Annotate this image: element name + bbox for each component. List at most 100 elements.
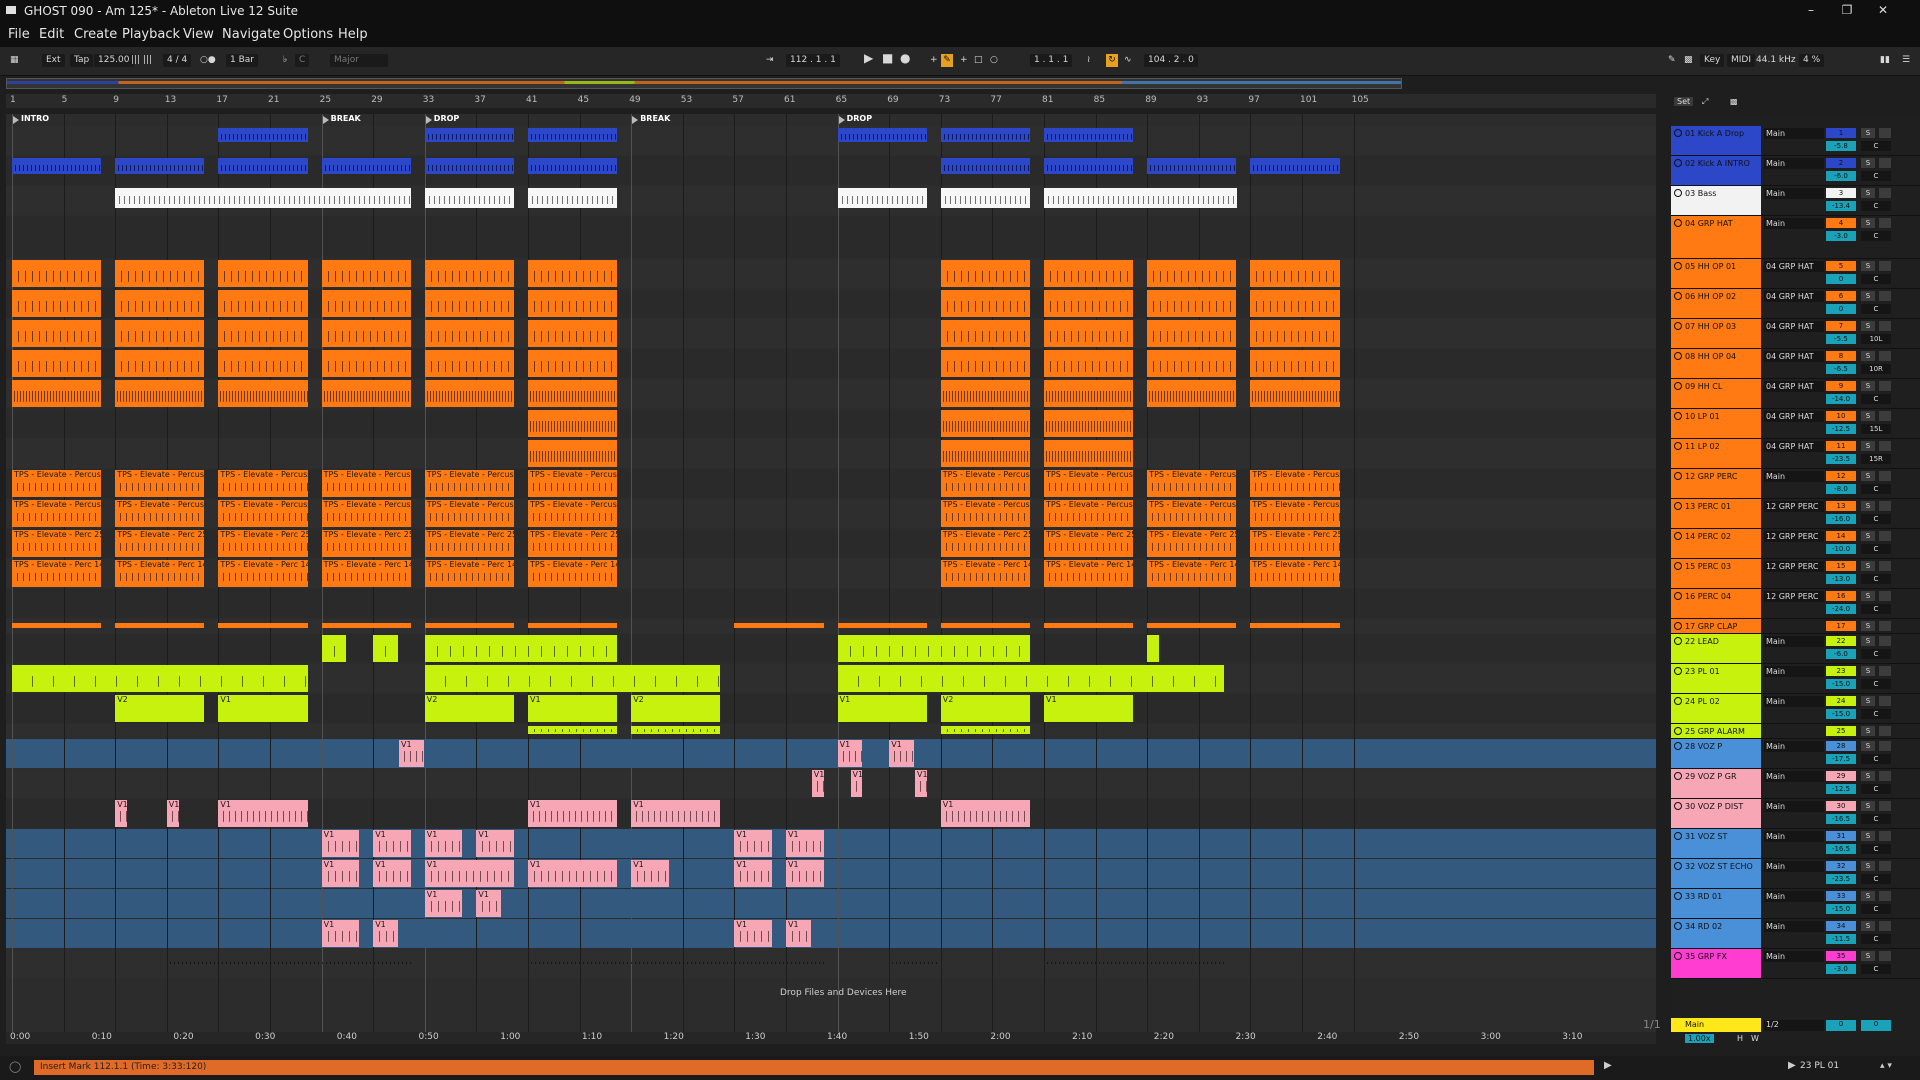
clip[interactable] (12, 623, 102, 628)
track-activator[interactable]: 35 (1826, 951, 1856, 961)
arm-record-icon[interactable] (1879, 636, 1891, 646)
track-output-routing[interactable]: Main (1764, 188, 1824, 199)
clip[interactable] (1044, 260, 1134, 287)
track-activator[interactable]: 2 (1826, 158, 1856, 168)
arm-record-icon[interactable] (1879, 891, 1891, 901)
track-fold-icon[interactable] (1674, 129, 1682, 137)
track-activator[interactable]: 7 (1826, 321, 1856, 331)
clip[interactable]: TPS - Elevate - Perc 14 [2023 (940, 560, 1031, 587)
clip[interactable]: TPS - Elevate - Percussion Loop (1147, 500, 1237, 527)
clip[interactable] (1044, 290, 1134, 317)
clip[interactable] (424, 320, 515, 347)
clip[interactable] (12, 260, 102, 287)
main-scale[interactable]: 1.00x (1685, 1034, 1714, 1043)
track-title-bar[interactable]: 04 GRP HAT (1671, 216, 1761, 258)
track-fold-icon[interactable] (1674, 382, 1682, 390)
track-title-bar[interactable]: 15 PERC 03 (1671, 559, 1761, 588)
track-activator[interactable]: 25 (1826, 726, 1856, 736)
clip[interactable]: TPS - Elevate - Perc 25 [2023 (1250, 530, 1340, 557)
track-activator[interactable]: 28 (1826, 741, 1856, 751)
track-volume[interactable]: -15.0 (1826, 679, 1856, 689)
pan-value[interactable]: 15L (1861, 424, 1891, 434)
track-header[interactable]: 25 GRP ALARM 25 S (1671, 724, 1920, 739)
clip[interactable] (1044, 128, 1134, 142)
clip[interactable] (1250, 350, 1340, 377)
clip[interactable] (1147, 350, 1237, 377)
menu-create[interactable]: Create (74, 27, 117, 42)
clip[interactable]: TPS - Elevate - Perc 25 [2023 (115, 530, 205, 557)
solo-button[interactable]: S (1861, 771, 1875, 781)
clip[interactable] (321, 623, 411, 628)
clip[interactable]: V1 (166, 800, 179, 827)
track-title-bar[interactable]: 07 HH OP 03 (1671, 319, 1761, 348)
clip[interactable] (321, 260, 411, 287)
main-route[interactable]: 1/2 (1764, 1020, 1824, 1031)
clip[interactable] (631, 726, 721, 734)
solo-button[interactable]: S (1861, 951, 1875, 961)
arrangement-position[interactable]: 112 . 1 . 1 (786, 54, 840, 67)
track-volume[interactable]: -3.0 (1826, 964, 1856, 974)
track-lane[interactable] (6, 589, 1656, 618)
track-lane[interactable] (6, 769, 1656, 798)
menu-options[interactable]: Options (283, 27, 333, 42)
track-fold-icon[interactable] (1674, 502, 1682, 510)
track-output-routing[interactable]: 04 GRP HAT (1764, 381, 1824, 392)
clip[interactable] (528, 726, 618, 734)
clip[interactable]: TPS - Elevate - Perc 25 [2023 (218, 530, 308, 557)
overdub-icon[interactable]: + (930, 54, 938, 67)
track-header[interactable]: 29 VOZ P GR Main 29 -12.5 S C (1671, 769, 1920, 799)
clip[interactable] (1147, 623, 1237, 628)
computer-keyboard-icon[interactable]: ▩ (1684, 54, 1693, 67)
clip[interactable] (218, 350, 308, 377)
loop-record-icon[interactable]: ○ (990, 54, 998, 67)
key-select[interactable]: C (295, 54, 310, 67)
pan-knob[interactable]: C (1861, 574, 1891, 584)
track-header[interactable]: 05 HH OP 01 04 GRP HAT 5 0 S C (1671, 259, 1920, 289)
clip[interactable] (940, 158, 1031, 174)
track-title-bar[interactable]: 01 Kick A Drop (1671, 126, 1761, 155)
nudge-icon[interactable]: ||| ||| (131, 54, 152, 67)
arm-record-icon[interactable] (1879, 621, 1891, 631)
follow-icon[interactable]: ⇥ (766, 54, 774, 67)
pan-knob[interactable]: C (1861, 394, 1891, 404)
punch-in-icon[interactable]: ≀ (1087, 54, 1090, 67)
track-title-bar[interactable]: 34 RD 02 (1671, 919, 1761, 948)
hamburger-menu-icon[interactable]: ☰ (1902, 54, 1910, 67)
clip[interactable]: TPS - Elevate - Percussion Loop (218, 500, 308, 527)
track-output-routing[interactable]: 04 GRP HAT (1764, 261, 1824, 272)
track-output-routing[interactable]: Main (1764, 771, 1824, 782)
track-output-routing[interactable]: 04 GRP HAT (1764, 291, 1824, 302)
clip[interactable] (218, 623, 308, 628)
clip[interactable]: V1 (786, 860, 824, 887)
clip[interactable]: TPS - Elevate - Percussion Loop (424, 500, 515, 527)
clip[interactable]: TPS - Elevate - Percussion Loop (1044, 500, 1134, 527)
track-header[interactable]: 16 PERC 04 12 GRP PERC 16 -24.0 S C (1671, 589, 1920, 619)
track-output-routing[interactable]: 04 GRP HAT (1764, 321, 1824, 332)
arm-record-icon[interactable] (1879, 501, 1891, 511)
clip[interactable]: TPS - Elevate - Percussion Loop (321, 500, 411, 527)
clip[interactable] (424, 188, 515, 208)
clip[interactable]: TPS - Elevate - Percussion Loop (940, 500, 1031, 527)
track-header[interactable]: 30 VOZ P DIST Main 30 -16.5 S C (1671, 799, 1920, 829)
clip[interactable] (528, 623, 618, 628)
loop-length-field[interactable]: 104 . 2 . 0 (1144, 54, 1198, 67)
track-fold-icon[interactable] (1674, 412, 1682, 420)
arm-record-icon[interactable] (1879, 696, 1891, 706)
menu-file[interactable]: File (8, 27, 30, 42)
clip[interactable] (115, 623, 205, 628)
track-fold-icon[interactable] (1674, 262, 1682, 270)
arm-record-icon[interactable] (1879, 471, 1891, 481)
scale-select[interactable]: Major (330, 54, 388, 67)
track-title-bar[interactable]: 17 GRP CLAP (1671, 619, 1761, 633)
clip[interactable] (528, 158, 618, 174)
track-header[interactable]: 09 HH CL 04 GRP HAT 9 -14.0 S C (1671, 379, 1920, 409)
clip[interactable]: V1 (218, 695, 308, 722)
clip[interactable]: V1 (631, 860, 669, 887)
track-fold-icon[interactable] (1674, 862, 1682, 870)
punch-out-icon[interactable]: ∿ (1124, 54, 1132, 67)
track-output-routing[interactable]: 12 GRP PERC (1764, 561, 1824, 572)
clip[interactable] (1250, 380, 1340, 407)
track-title-bar[interactable]: 22 LEAD (1671, 634, 1761, 663)
clip[interactable] (218, 260, 308, 287)
track-volume[interactable]: -3.0 (1826, 231, 1856, 241)
